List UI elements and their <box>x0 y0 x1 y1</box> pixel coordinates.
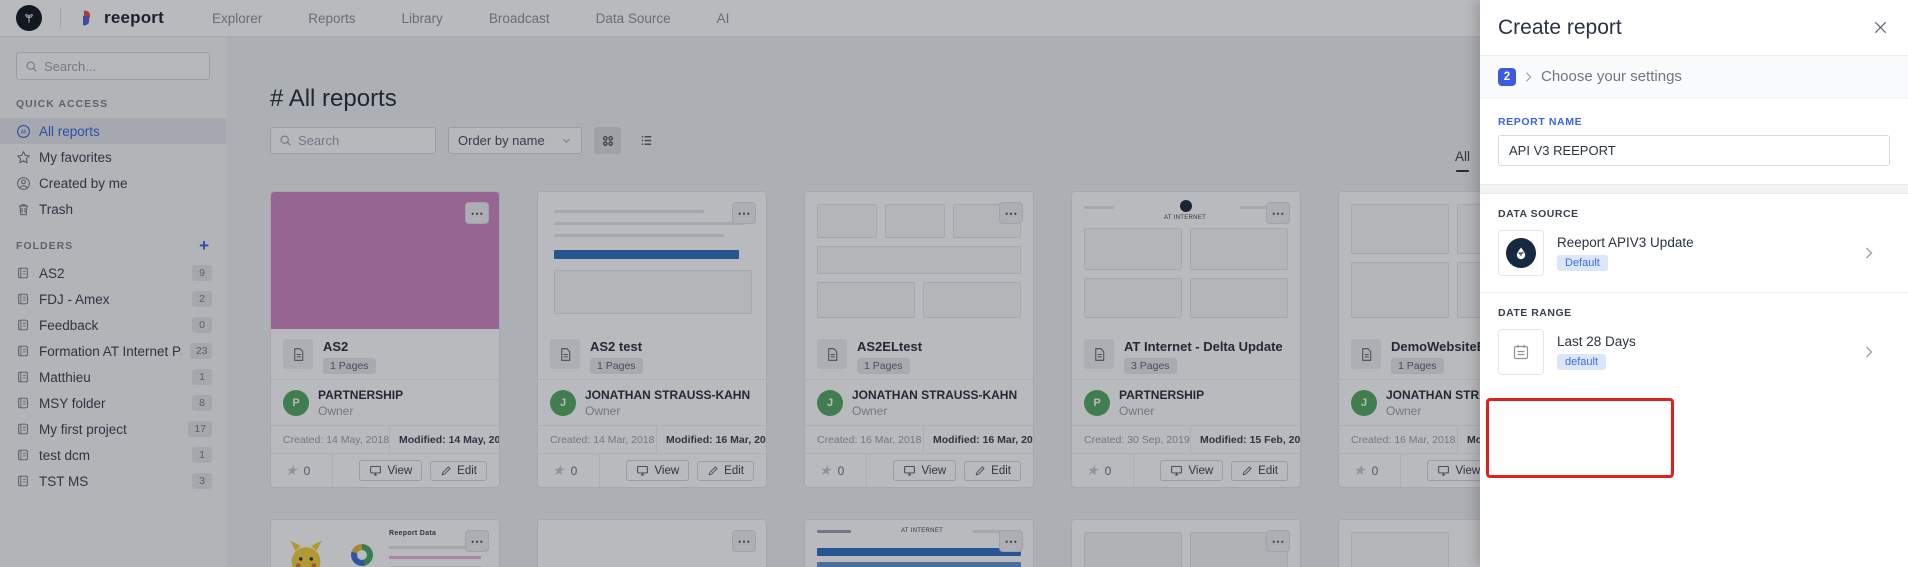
report-name-input[interactable] <box>1498 135 1890 166</box>
default-badge: Default <box>1557 255 1608 271</box>
data-source-logo-icon <box>1506 238 1536 268</box>
data-source-section: DATA SOURCE Reeport APIV3 Update Default <box>1480 194 1908 292</box>
close-icon[interactable] <box>1873 20 1888 35</box>
default-badge: default <box>1557 354 1606 370</box>
modal-dim-overlay[interactable] <box>0 0 1480 567</box>
chevron-right-icon <box>1864 344 1874 360</box>
data-source-row[interactable]: Reeport APIV3 Update Default <box>1498 230 1890 276</box>
step-number-badge: 2 <box>1498 68 1516 86</box>
red-highlight-annotation <box>1486 398 1674 478</box>
data-source-label: DATA SOURCE <box>1498 208 1890 220</box>
data-source-name: Reeport APIV3 Update <box>1557 235 1694 250</box>
drawer-title: Create report <box>1498 16 1622 40</box>
date-range-row[interactable]: Last 28 Days default <box>1498 329 1890 375</box>
chevron-right-icon <box>1864 245 1874 261</box>
date-range-label: DATE RANGE <box>1498 307 1890 319</box>
date-range-section: DATE RANGE Last 28 Days default <box>1480 293 1908 391</box>
create-report-drawer: Create report 2 Choose your settings REP… <box>1480 0 1908 567</box>
wizard-step: 2 Choose your settings <box>1480 56 1908 98</box>
step-label: Choose your settings <box>1541 68 1682 85</box>
chevron-right-icon <box>1524 71 1533 83</box>
section-divider <box>1480 184 1908 194</box>
calendar-icon <box>1511 342 1531 362</box>
date-range-value: Last 28 Days <box>1557 334 1636 349</box>
report-name-label: REPORT NAME <box>1498 116 1890 128</box>
